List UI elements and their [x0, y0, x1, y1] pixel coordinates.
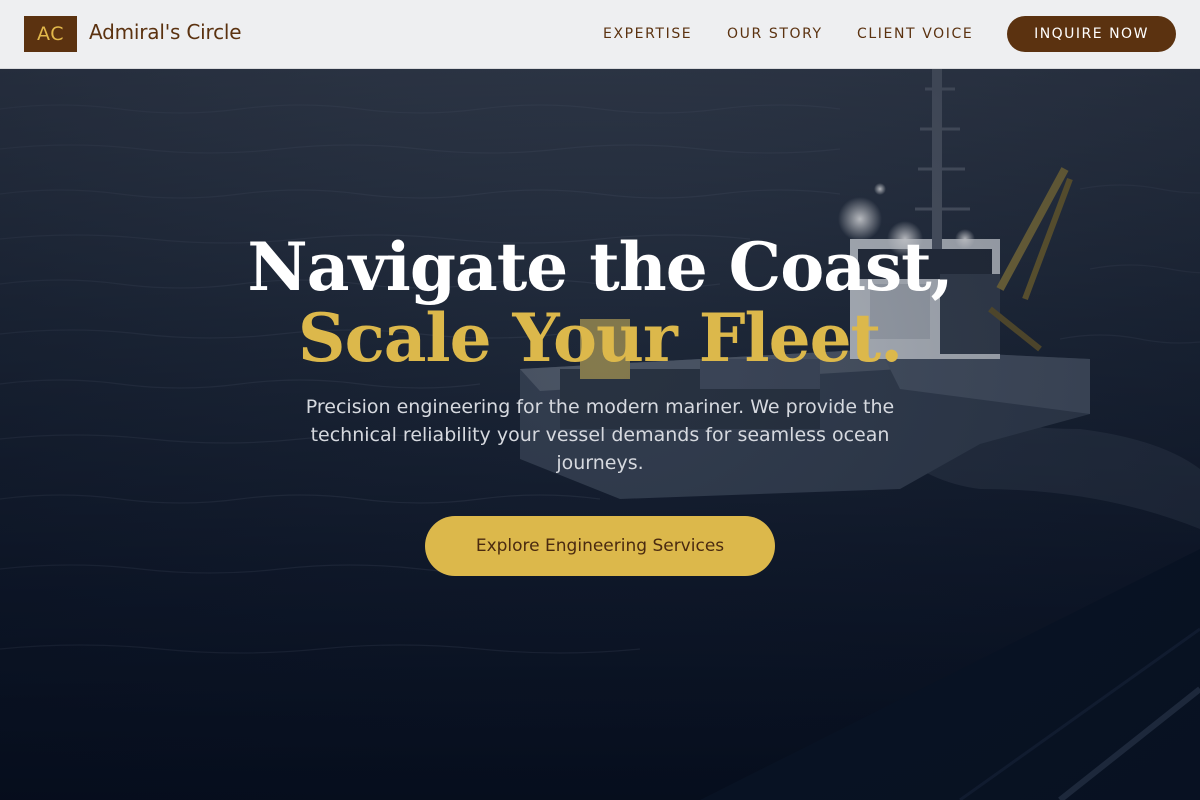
hero-headline-line-1: Navigate the Coast,	[247, 228, 953, 306]
nav-link-client-voice[interactable]: CLIENT VOICE	[857, 26, 973, 42]
logo-badge[interactable]: AC	[24, 16, 77, 52]
explore-engineering-services-button[interactable]: Explore Engineering Services	[425, 516, 775, 576]
hero-subtext: Precision engineering for the modern mar…	[305, 396, 895, 474]
inquire-now-button[interactable]: INQUIRE NOW	[1007, 16, 1176, 52]
hero-section: Navigate the Coast, Scale Your Fleet. Pr…	[0, 69, 1200, 800]
top-navbar: AC Admiral's Circle EXPERTISE OUR STORY …	[0, 0, 1200, 69]
nav-link-expertise[interactable]: EXPERTISE	[603, 26, 692, 42]
hero-headline-line-2: Scale Your Fleet.	[297, 299, 903, 377]
nav-link-our-story[interactable]: OUR STORY	[727, 26, 823, 42]
brand-name[interactable]: Admiral's Circle	[89, 20, 242, 44]
